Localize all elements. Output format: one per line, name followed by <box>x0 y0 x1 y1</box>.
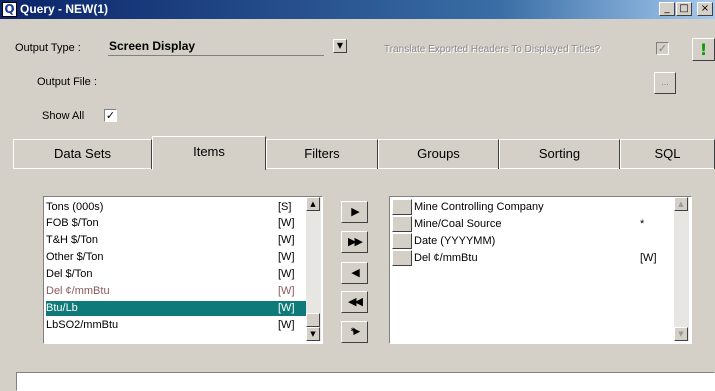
scroll-down-button[interactable]: ▼ <box>674 327 688 341</box>
window-title: Query - NEW(1) <box>20 2 109 16</box>
selected-items-list[interactable]: Mine Controlling Company Mine/Coal Sourc… <box>389 196 692 344</box>
show-all-label: Show All <box>42 110 85 122</box>
scroll-down-button[interactable]: ▼ <box>306 327 320 341</box>
list-item[interactable]: Mine Controlling Company <box>392 199 672 215</box>
item-tag: [W] <box>278 251 295 263</box>
tab-items[interactable]: Items <box>152 136 266 170</box>
available-items-list[interactable]: Tons (000s) [S] FOB $/Ton [W] T&H $/Ton … <box>43 196 323 344</box>
translate-headers-checkbox[interactable]: ✓ <box>656 42 669 55</box>
list-item[interactable]: Mine/Coal Source * <box>392 216 672 232</box>
item-name: Tons (000s) <box>46 201 104 213</box>
remove-all-items-button[interactable]: ◀◀ <box>341 291 368 313</box>
item-name: Btu/Lb <box>46 302 78 314</box>
browse-file-button[interactable]: ... <box>654 72 676 94</box>
arrow-right-icon: ▶ <box>351 205 360 218</box>
add-special-button[interactable]: *▶ <box>341 321 368 343</box>
list-item[interactable]: Del $/Ton [W] <box>46 267 306 282</box>
title-bar[interactable]: Q Query - NEW(1) _ □ × <box>0 0 715 19</box>
list-item-selected[interactable]: Btu/Lb [W] <box>46 301 306 316</box>
tab-data-sets[interactable]: Data Sets <box>13 139 152 169</box>
item-name: T&H $/Ton <box>46 234 98 246</box>
add-all-items-button[interactable]: ▶▶ <box>341 231 368 253</box>
tab-strip: Data Sets Items Filters Groups Sorting S… <box>13 136 715 170</box>
scroll-up-button[interactable]: ▲ <box>306 197 320 211</box>
status-bar <box>16 372 715 391</box>
output-type-dropdown-button[interactable]: ▼ <box>333 39 347 53</box>
item-name: LbSO2/mmBtu <box>46 319 119 331</box>
item-name: Mine Controlling Company <box>414 201 544 213</box>
item-tag: [W] <box>278 234 295 246</box>
list-item[interactable]: LbSO2/mmBtu [W] <box>46 318 306 333</box>
output-type-label: Output Type : <box>15 42 81 54</box>
tab-sorting[interactable]: Sorting <box>499 139 620 169</box>
item-name: Del ¢/mmBtu <box>414 252 478 264</box>
output-file-label: Output File : <box>37 76 97 88</box>
maximize-button[interactable]: □ <box>676 2 692 16</box>
output-type-select[interactable]: Screen Display <box>108 38 324 56</box>
row-selector[interactable] <box>392 250 412 266</box>
item-tag: [W] <box>640 252 657 264</box>
close-button[interactable]: × <box>697 2 713 16</box>
query-window: Q Query - NEW(1) _ □ × Output Type : Scr… <box>0 0 715 391</box>
translate-headers-label: Translate Exported Headers To Displayed … <box>384 44 601 55</box>
tab-sql[interactable]: SQL <box>620 139 715 169</box>
list-item[interactable]: Del ¢/mmBtu [W] <box>46 284 306 299</box>
add-item-button[interactable]: ▶ <box>341 201 368 223</box>
minimize-button[interactable]: _ <box>659 2 675 16</box>
item-name: Mine/Coal Source <box>414 218 502 230</box>
item-name: Other $/Ton <box>46 251 104 263</box>
item-tag: [W] <box>278 302 295 314</box>
chevron-down-icon: ▼ <box>336 41 344 50</box>
list-item[interactable]: Tons (000s) [S] <box>46 200 306 215</box>
tab-groups[interactable]: Groups <box>378 139 499 169</box>
list-item[interactable]: T&H $/Ton [W] <box>46 233 306 248</box>
scroll-up-button[interactable]: ▲ <box>674 197 688 211</box>
item-name: FOB $/Ton <box>46 217 99 229</box>
item-tag: [W] <box>278 319 295 331</box>
selected-items-scrollbar[interactable]: ▲ ▼ <box>674 197 689 341</box>
exclamation-icon: ! <box>699 40 708 59</box>
remove-item-button[interactable]: ◀ <box>341 262 368 284</box>
list-item[interactable]: Del ¢/mmBtu [W] <box>392 250 672 266</box>
arrow-left-icon: ◀ <box>351 266 360 279</box>
row-selector[interactable] <box>392 216 412 232</box>
row-selector[interactable] <box>392 199 412 215</box>
run-query-button[interactable]: ! <box>692 38 715 61</box>
double-arrow-right-icon: ▶▶ <box>348 235 363 248</box>
item-tag: * <box>640 218 645 230</box>
item-tag: [W] <box>278 268 295 280</box>
item-tag: [S] <box>278 201 292 213</box>
show-all-checkbox[interactable]: ✓ <box>104 109 117 122</box>
list-item[interactable]: Date (YYYYMM) <box>392 233 672 249</box>
item-name: Del ¢/mmBtu <box>46 285 110 297</box>
double-arrow-left-icon: ◀◀ <box>348 295 363 308</box>
list-item[interactable]: FOB $/Ton [W] <box>46 216 306 231</box>
item-tag: [W] <box>278 217 295 229</box>
tab-filters[interactable]: Filters <box>266 139 378 169</box>
item-name: Del $/Ton <box>46 268 93 280</box>
row-selector[interactable] <box>392 233 412 249</box>
available-items-scrollbar[interactable]: ▲ ▼ <box>306 197 321 341</box>
item-name: Date (YYYYMM) <box>414 235 496 247</box>
list-item[interactable]: Other $/Ton [W] <box>46 250 306 265</box>
app-icon: Q <box>2 2 17 17</box>
item-tag: [W] <box>278 285 295 297</box>
asterisk-arrow-icon: *▶ <box>350 327 361 337</box>
scroll-thumb[interactable] <box>306 313 320 327</box>
